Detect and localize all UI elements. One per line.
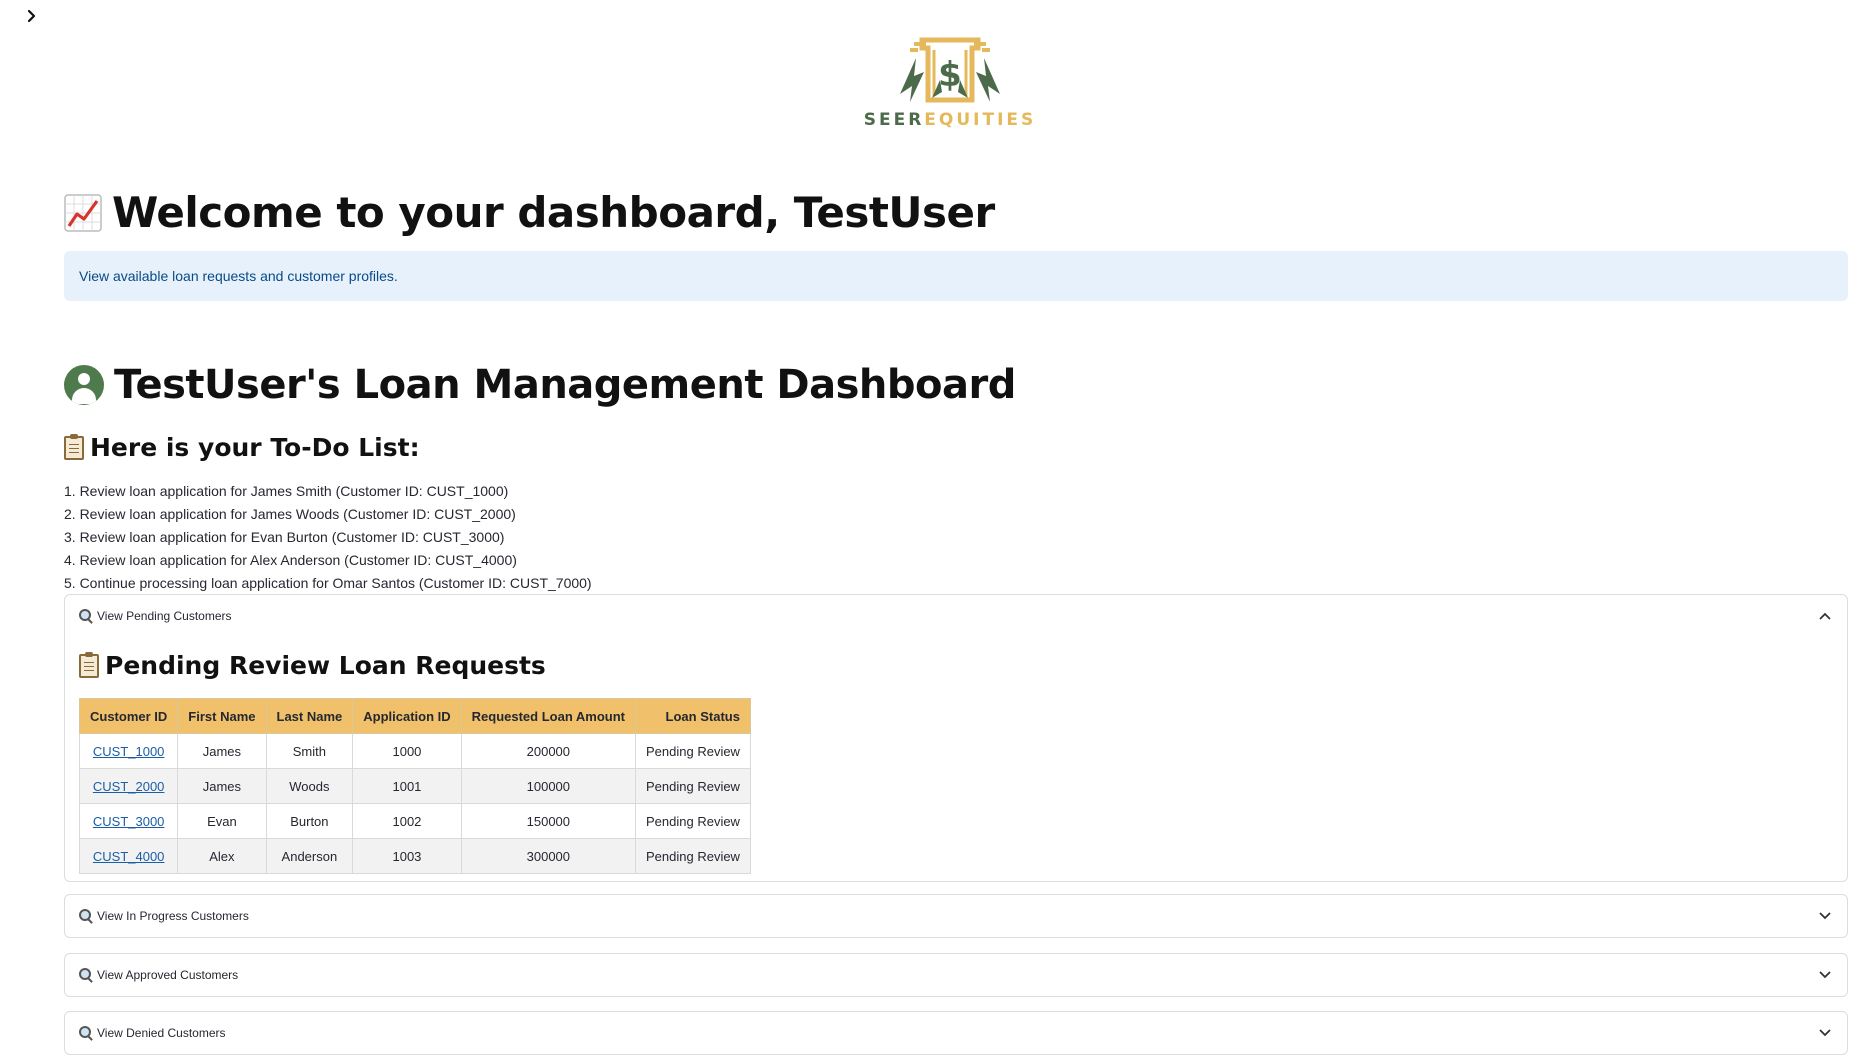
todo-title: Here is your To-Do List: (64, 433, 420, 462)
sidebar-toggle-button[interactable] (22, 6, 42, 26)
chevron-up-icon (1817, 608, 1833, 624)
customer-id-link[interactable]: CUST_1000 (93, 744, 165, 759)
svg-text:$: $ (938, 55, 962, 95)
expander-pending-header[interactable]: View Pending Customers (65, 595, 1847, 637)
application-id-cell: 1003 (352, 838, 462, 874)
loan-amount-cell: 300000 (460, 838, 637, 874)
user-avatar-icon (64, 365, 104, 405)
logo-wordmark: SEEREQUITIES (863, 110, 1037, 130)
column-header: Requested Loan Amount (460, 698, 637, 734)
column-header: Customer ID (78, 698, 179, 734)
application-id-cell: 1000 (352, 733, 462, 769)
last-name-cell: Burton (265, 803, 354, 839)
magnifying-glass-icon (79, 1026, 93, 1040)
loan-status-cell: Pending Review (635, 838, 751, 874)
chevron-down-icon (1817, 967, 1833, 983)
column-header: Application ID (352, 698, 462, 734)
loan-status-cell: Pending Review (635, 803, 751, 839)
magnifying-glass-icon (79, 909, 93, 923)
dashboard-title: TestUser's Loan Management Dashboard (64, 362, 1016, 408)
loan-amount-cell: 200000 (460, 733, 637, 769)
column-header: First Name (177, 698, 267, 734)
expander-approved-customers: View Approved Customers (64, 953, 1848, 997)
magnifying-glass-icon (79, 609, 93, 623)
expander-in-progress-customers: View In Progress Customers (64, 894, 1848, 938)
magnifying-glass-icon (79, 968, 93, 982)
seer-equities-logo: $ SEEREQUITIES (864, 36, 1033, 142)
clipboard-icon (64, 433, 84, 460)
last-name-cell: Smith (265, 733, 354, 769)
first-name-cell: Evan (177, 803, 267, 839)
last-name-cell: Anderson (265, 838, 354, 874)
first-name-cell: James (177, 733, 267, 769)
info-text: View available loan requests and custome… (79, 268, 398, 284)
table-row: CUST_4000 Alex Anderson 1003 300000 Pend… (78, 838, 751, 874)
expander-in-progress-header[interactable]: View In Progress Customers (65, 895, 1847, 937)
todo-item: 4. Review loan application for Alex Ande… (64, 552, 517, 568)
table-row: CUST_2000 James Woods 1001 100000 Pendin… (78, 768, 751, 804)
loan-amount-cell: 150000 (460, 803, 637, 839)
logo-emblem-icon: $ (900, 37, 1000, 103)
table-header-row: Customer ID First Name Last Name Applica… (78, 698, 751, 734)
table-row: CUST_1000 James Smith 1000 200000 Pendin… (78, 733, 751, 769)
application-id-cell: 1001 (352, 768, 462, 804)
expander-denied-header[interactable]: View Denied Customers (65, 1012, 1847, 1054)
application-id-cell: 1002 (352, 803, 462, 839)
expander-approved-header[interactable]: View Approved Customers (65, 954, 1847, 996)
last-name-cell: Woods (265, 768, 354, 804)
chevron-down-icon (1817, 1025, 1833, 1041)
loan-status-cell: Pending Review (635, 768, 751, 804)
customer-id-link[interactable]: CUST_4000 (93, 849, 165, 864)
column-header: Last Name (265, 698, 354, 734)
customer-id-link[interactable]: CUST_3000 (93, 814, 165, 829)
expander-denied-customers: View Denied Customers (64, 1011, 1848, 1055)
todo-item: 3. Review loan application for Evan Burt… (64, 529, 505, 545)
todo-item: 2. Review loan application for James Woo… (64, 506, 516, 522)
loan-amount-cell: 100000 (460, 768, 637, 804)
chevron-down-icon (1817, 908, 1833, 924)
welcome-title: Welcome to your dashboard, TestUser (64, 188, 995, 237)
table-row: CUST_3000 Evan Burton 1002 150000 Pendin… (78, 803, 751, 839)
info-alert: View available loan requests and custome… (64, 251, 1848, 301)
todo-item: 5. Continue processing loan application … (64, 575, 592, 591)
chart-increasing-icon (64, 193, 102, 232)
loan-status-cell: Pending Review (635, 733, 751, 769)
todo-item: 1. Review loan application for James Smi… (64, 483, 509, 499)
todo-list: 1. Review loan application for James Smi… (64, 480, 592, 595)
pending-loans-table: Customer ID First Name Last Name Applica… (78, 698, 751, 874)
column-header: Loan Status (635, 698, 751, 734)
first-name-cell: James (177, 768, 267, 804)
clipboard-icon (79, 651, 99, 678)
expander-pending-customers: View Pending Customers Pending Review Lo… (64, 594, 1848, 882)
first-name-cell: Alex (177, 838, 267, 874)
chevron-right-icon (27, 9, 36, 23)
pending-table-title: Pending Review Loan Requests (79, 651, 1833, 680)
customer-id-link[interactable]: CUST_2000 (93, 779, 165, 794)
